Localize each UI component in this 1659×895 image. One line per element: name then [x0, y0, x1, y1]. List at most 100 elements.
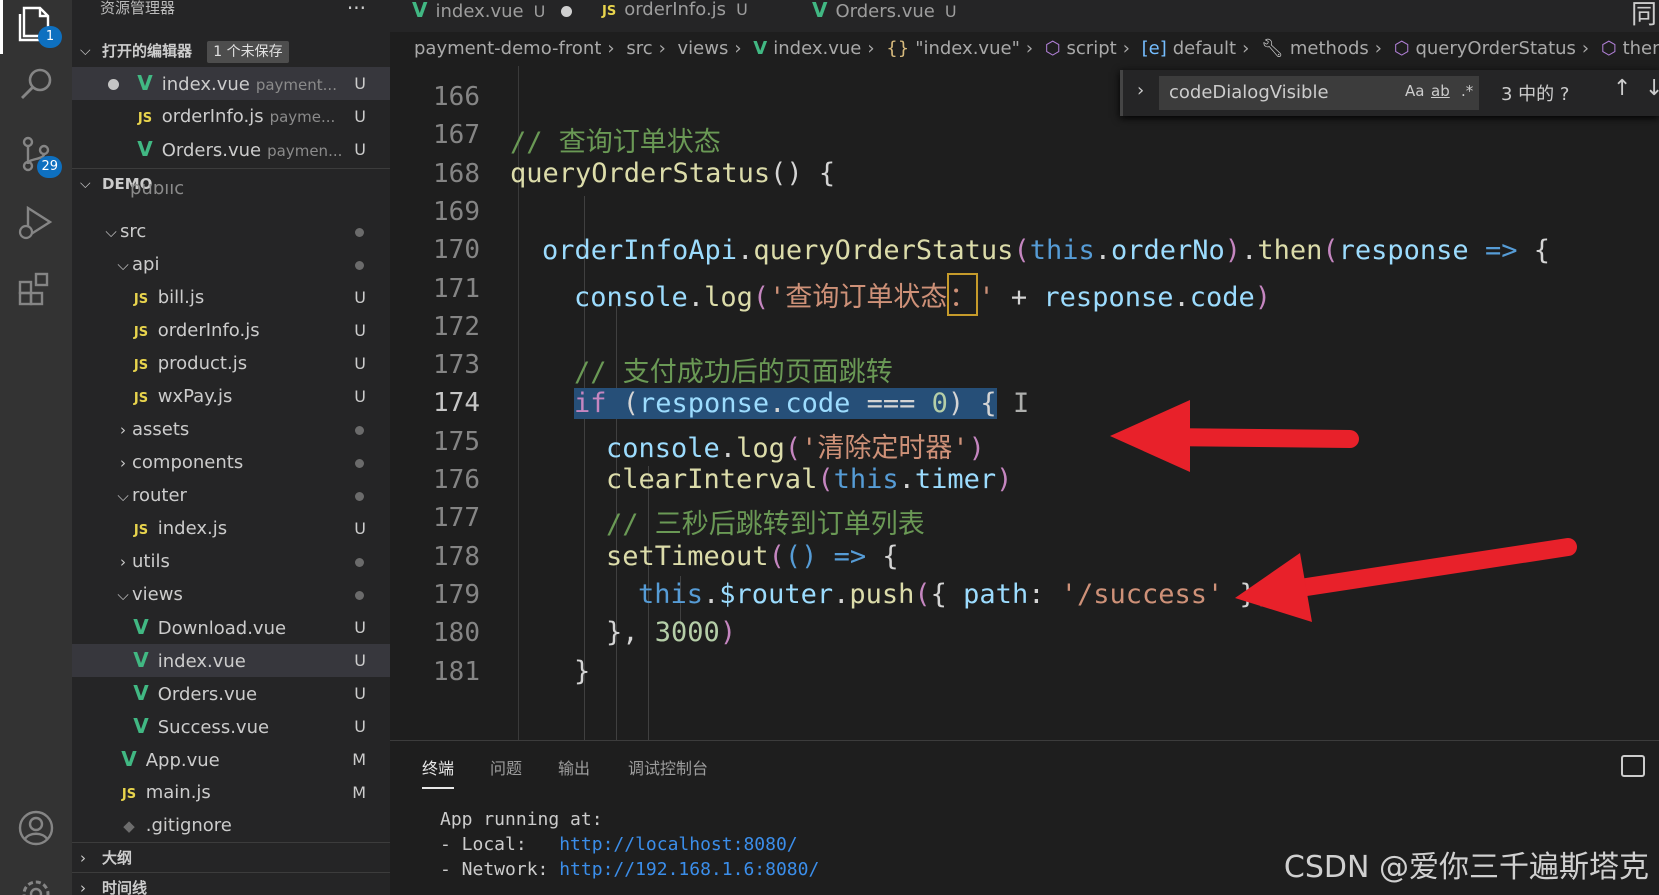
file-path: payment... — [255, 76, 337, 94]
comment: // 查询订单状态 — [510, 127, 721, 158]
tree-file[interactable]: JS wxPay.js U — [72, 380, 390, 413]
file-name: product.js — [157, 353, 248, 374]
vscode-window: 1 29 资源管理器 ··· ⌵ 打开的编辑器 1 个未保存 V index.v… — [0, 0, 1659, 895]
local-url-link[interactable]: http://localhost:8080/ — [559, 834, 797, 855]
terminal-line: App running at: — [440, 809, 603, 830]
tree-file[interactable]: JS orderInfo.js U — [72, 314, 390, 347]
tree-item-partial[interactable]: public — [72, 184, 390, 198]
tree-folder[interactable]: ⌵ router — [72, 479, 390, 512]
open-editor-item[interactable]: JS orderInfo.js payme... U — [72, 100, 390, 133]
breadcrumb-script[interactable]: script — [1067, 38, 1117, 59]
source-control-icon[interactable]: 29 — [14, 132, 62, 178]
js-icon: JS — [133, 391, 149, 406]
tree-folder[interactable]: ⌵ src — [72, 215, 390, 248]
file-name: index.vue — [157, 651, 246, 672]
js-icon: JS — [133, 292, 149, 307]
next-match-icon[interactable]: ↓ — [1645, 76, 1659, 101]
git-status: U — [354, 387, 366, 406]
breadcrumb-root[interactable]: payment-demo-front — [414, 38, 601, 59]
explorer-icon[interactable]: 1 — [14, 2, 62, 48]
tree-folder[interactable]: ⌵ views — [72, 578, 390, 611]
extensions-icon[interactable] — [14, 268, 58, 312]
tree-file-selected[interactable]: V index.vue U — [72, 644, 390, 677]
breadcrumb-default[interactable]: default — [1173, 38, 1236, 59]
chevron-right-icon: › — [80, 849, 86, 867]
toggle-replace-icon[interactable]: › — [1137, 80, 1144, 101]
breadcrumb-file[interactable]: index.vue — [773, 38, 861, 59]
tab-index-vue[interactable]: Vindex.vue U — [412, 0, 573, 32]
settings-gear-icon[interactable] — [14, 872, 58, 895]
tree-file[interactable]: JS main.js M — [72, 776, 390, 809]
outline-header[interactable]: › 大纲 — [72, 842, 390, 872]
tab-label: index.vue — [435, 1, 524, 22]
tree-folder[interactable]: ⌵ api — [72, 248, 390, 281]
more-actions-button[interactable]: ··· — [347, 0, 366, 20]
tree-file[interactable]: ◆ .gitignore — [72, 809, 390, 842]
code-line-175: console.log('清除定时器') — [606, 433, 985, 464]
run-debug-icon[interactable] — [14, 200, 58, 244]
previous-match-icon[interactable]: ↑ — [1613, 76, 1631, 101]
identifier: code — [785, 388, 851, 419]
active-indicator — [0, 0, 3, 54]
tab-debug-console[interactable]: 调试控制台 — [628, 755, 708, 779]
tree-file[interactable]: V Orders.vue U — [72, 677, 390, 710]
tree-file[interactable]: JS index.js U — [72, 512, 390, 545]
vue-icon: V — [133, 615, 149, 639]
open-editor-item[interactable]: V Orders.vue paymen... U — [72, 133, 390, 166]
tree-file[interactable]: V Success.vue U — [72, 710, 390, 743]
js-icon: JS — [602, 4, 617, 19]
terminal-icon[interactable] — [1621, 755, 1645, 777]
line-number: 177 — [433, 503, 480, 534]
file-path: paymen... — [267, 142, 343, 160]
code-line-180: }, 3000) — [606, 617, 737, 648]
breadcrumb: payment-demo-front › src › views › Vindex.v… — [390, 32, 1659, 66]
match-case-toggle[interactable]: Aa — [1405, 82, 1424, 100]
tree-folder[interactable]: › components — [72, 446, 390, 479]
git-status: M — [352, 783, 366, 802]
tab-output[interactable]: 输出 — [558, 755, 590, 779]
open-editors-header[interactable]: ⌵ 打开的编辑器 1 个未保存 — [72, 36, 390, 66]
tab-orderinfo-js[interactable]: JS orderInfo.js U — [602, 0, 748, 32]
whole-word-toggle[interactable]: ab — [1431, 82, 1450, 100]
tree-file[interactable]: JS bill.js U — [72, 281, 390, 314]
line-number: 166 — [433, 82, 480, 112]
tab-status: U — [533, 2, 546, 21]
tree-folder[interactable]: › utils — [72, 545, 390, 578]
breadcrumb-then[interactable]: then() — [1623, 38, 1659, 59]
breadcrumb-object[interactable]: "index.vue" — [915, 38, 1020, 59]
vue-icon: V — [133, 714, 149, 738]
editor-tabs: Vindex.vue U JS orderInfo.js U V Orders.vue U… — [390, 0, 1659, 32]
breadcrumb-views[interactable]: views — [678, 38, 729, 59]
tab-orders-vue[interactable]: V Orders.vue U — [812, 0, 957, 32]
chevron-right-icon: › — [120, 454, 126, 472]
identifier: orderNo — [1111, 235, 1225, 266]
tree-folder[interactable]: › assets — [72, 413, 390, 446]
tree-file[interactable]: JS product.js U — [72, 347, 390, 380]
account-icon[interactable] — [14, 806, 58, 850]
breadcrumb-src[interactable]: src — [626, 38, 652, 59]
unsaved-dot-icon[interactable] — [561, 6, 573, 17]
timeline-header[interactable]: › 时间线 — [72, 872, 390, 895]
code-line-179: this.$router.push({ path: '/success' }) — [638, 579, 1273, 610]
identifier: timer — [914, 464, 997, 495]
chevron-down-icon: ⌵ — [117, 487, 129, 505]
git-status: U — [354, 651, 366, 670]
vue-icon: V — [133, 648, 149, 672]
code-line-167: // 查询订单状态 — [510, 120, 721, 159]
open-editor-item[interactable]: V index.vue payment... U — [72, 67, 390, 100]
git-status: U — [354, 74, 366, 93]
code-editor[interactable]: 166 167 168 169 170 171 172 173 174 175 176 177 178 1… — [390, 66, 1659, 740]
regex-toggle[interactable]: .* — [1461, 82, 1473, 100]
network-url-link[interactable]: http://192.168.1.6:8080/ — [559, 859, 819, 880]
breadcrumb-function[interactable]: queryOrderStatus — [1415, 38, 1575, 59]
tab-terminal[interactable]: 终端 — [422, 755, 455, 789]
tree-file[interactable]: V Download.vue U — [72, 611, 390, 644]
line-number: 171 — [433, 273, 480, 304]
status-dot — [355, 492, 364, 501]
tab-problems[interactable]: 问题 — [490, 755, 522, 779]
tree-file[interactable]: V App.vue M — [72, 743, 390, 776]
search-icon[interactable] — [14, 62, 58, 106]
vue-icon: V — [753, 38, 768, 59]
breadcrumb-methods[interactable]: methods — [1290, 38, 1369, 59]
identifier: then — [1257, 235, 1323, 266]
